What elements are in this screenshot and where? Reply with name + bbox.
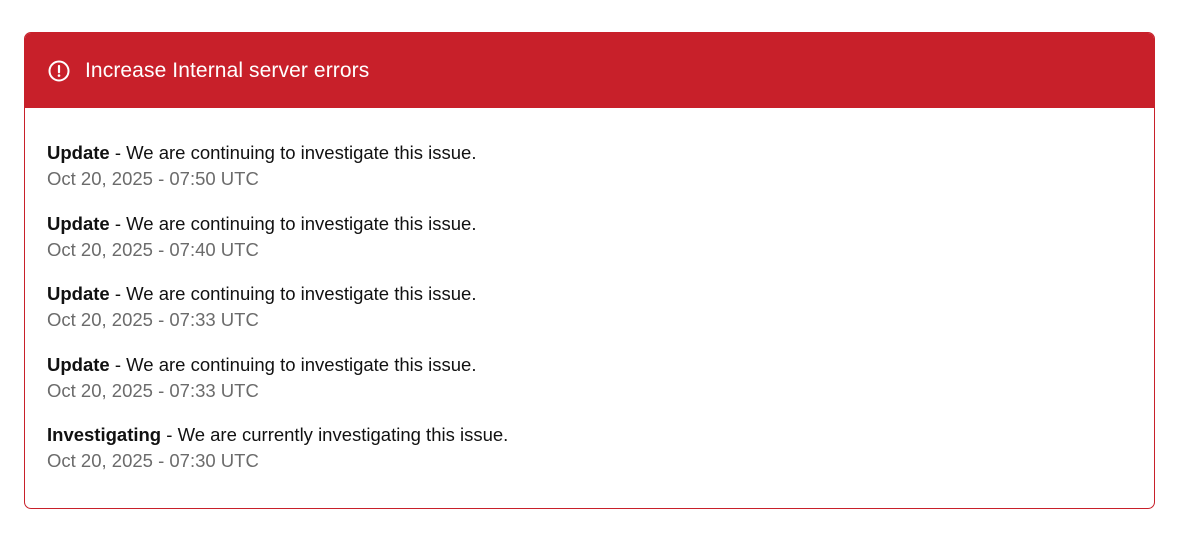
update-timestamp: Oct 20, 2025 - 07:33 UTC (47, 309, 259, 330)
update-message: We are continuing to investigate this is… (126, 142, 477, 163)
update-message: We are continuing to investigate this is… (126, 283, 477, 304)
update-status: Investigating (47, 424, 162, 445)
update-message: We are continuing to investigate this is… (126, 212, 477, 234)
update-timestamp: Oct 20, 2025 - 07:33 UTC (47, 379, 259, 401)
update-item: Update - We are continuing to investigat… (47, 281, 1154, 352)
update-timestamp: Oct 20, 2025 - 07:30 UTC (47, 450, 259, 471)
update-status: Update (47, 283, 110, 304)
update-message: We are currently investigating this issu… (177, 424, 509, 445)
update-timestamp: Oct 20, 2025 - 07:40 UTC (47, 238, 259, 260)
update-item: Update - We are continuing to investigat… (47, 211, 1154, 282)
incident-header: Increase Internal server errors (25, 33, 1154, 108)
update-separator: - (109, 353, 127, 375)
update-separator: - (109, 212, 127, 234)
update-line: Update - We are continuing to investigat… (47, 211, 1154, 237)
alert-circle-icon (47, 59, 71, 83)
update-status: Update (47, 353, 110, 375)
update-separator: - (109, 283, 127, 304)
update-status: Update (47, 142, 110, 163)
update-separator: - (161, 424, 178, 445)
incident-card: Increase Internal server errors Update -… (24, 32, 1155, 509)
incident-title: Increase Internal server errors (85, 58, 370, 82)
update-timestamp: Oct 20, 2025 - 07:50 UTC (47, 168, 259, 189)
update-item: Update - We are continuing to investigat… (47, 140, 1154, 211)
update-status: Update (47, 212, 110, 234)
update-separator: - (109, 142, 127, 163)
update-message: We are continuing to investigate this is… (126, 353, 477, 375)
update-line: Update - We are continuing to investigat… (47, 281, 1154, 307)
update-item: Investigating - We are currently investi… (47, 422, 1154, 493)
update-line: Investigating - We are currently investi… (47, 422, 1154, 448)
update-line: Update - We are continuing to investigat… (47, 352, 1154, 378)
updates-list: Update - We are continuing to investigat… (25, 108, 1154, 493)
update-line: Update - We are continuing to investigat… (47, 140, 1154, 166)
update-item: Update - We are continuing to investigat… (47, 352, 1154, 423)
